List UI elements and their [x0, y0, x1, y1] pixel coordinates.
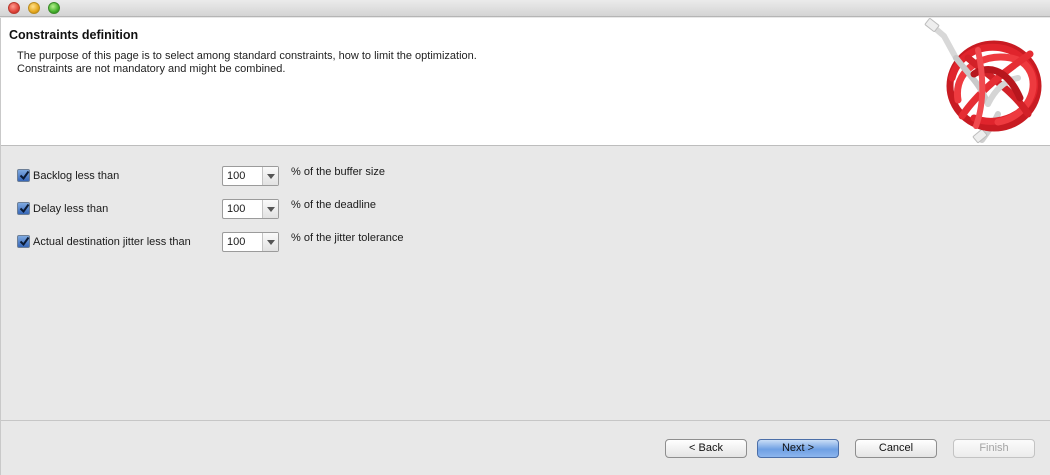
jitter-label: Actual destination jitter less than	[33, 236, 191, 248]
finish-button[interactable]: Finish	[953, 439, 1035, 458]
tangled-red-cable-icon	[924, 18, 1042, 144]
cancel-button[interactable]: Cancel	[855, 439, 937, 458]
delay-checkbox[interactable]	[17, 202, 30, 215]
backlog-checkbox[interactable]	[17, 169, 30, 182]
close-window-button[interactable]	[8, 2, 20, 14]
backlog-suffix: % of the buffer size	[291, 166, 385, 178]
jitter-checkbox[interactable]	[17, 235, 30, 248]
chevron-down-icon[interactable]	[262, 200, 278, 218]
backlog-combo[interactable]: 100	[222, 166, 279, 186]
next-button[interactable]: Next >	[757, 439, 839, 458]
jitter-suffix: % of the jitter tolerance	[291, 232, 404, 244]
chevron-down-icon[interactable]	[262, 167, 278, 185]
page-title: Constraints definition	[9, 28, 139, 42]
backlog-label: Backlog less than	[33, 170, 120, 182]
delay-combo[interactable]: 100	[222, 199, 279, 219]
page-description-line1: The purpose of this page is to select am…	[17, 50, 477, 62]
jitter-combo[interactable]: 100	[222, 232, 279, 252]
wizard-header: Constraints definition The purpose of th…	[1, 18, 1050, 146]
backlog-value: 100	[227, 170, 246, 182]
jitter-value: 100	[227, 236, 246, 248]
chevron-down-icon[interactable]	[262, 233, 278, 251]
maximize-window-button[interactable]	[48, 2, 60, 14]
back-button[interactable]: < Back	[665, 439, 747, 458]
checkmark-icon	[19, 170, 30, 181]
delay-label: Delay less than	[33, 203, 109, 215]
window-titlebar	[0, 0, 1050, 17]
checkmark-icon	[19, 236, 30, 247]
delay-value: 100	[227, 203, 246, 215]
footer-separator	[1, 420, 1050, 421]
minimize-window-button[interactable]	[28, 2, 40, 14]
delay-suffix: % of the deadline	[291, 199, 377, 211]
checkmark-icon	[19, 203, 30, 214]
page-description-line2: Constraints are not mandatory and might …	[17, 63, 286, 75]
